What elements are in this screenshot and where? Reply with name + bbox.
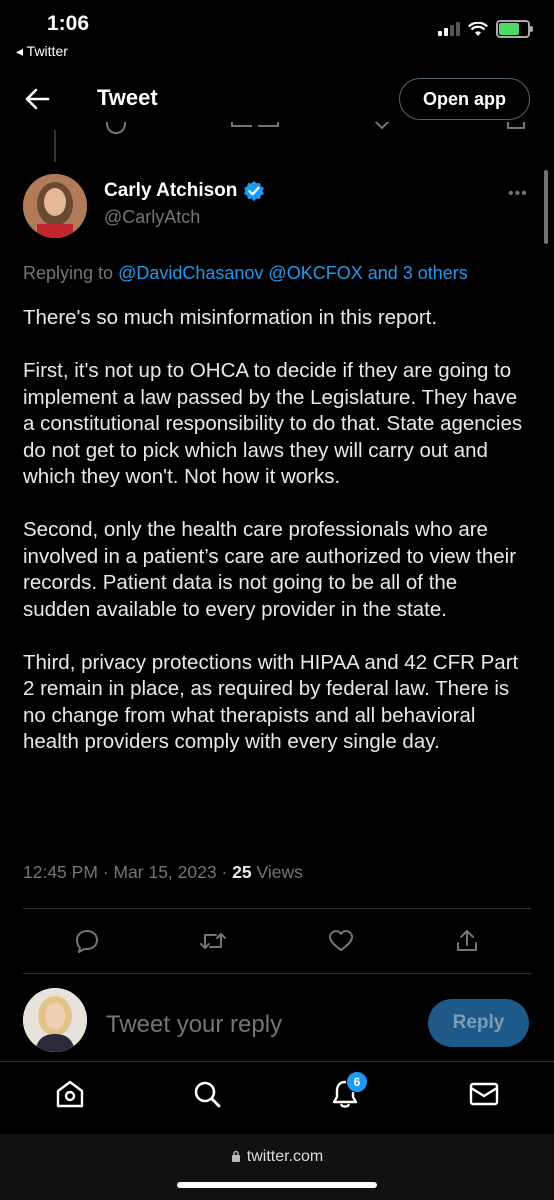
replying-prefix: Replying to — [23, 263, 114, 283]
tab-bar-divider — [0, 1061, 554, 1062]
home-icon — [56, 1080, 84, 1108]
tab-messages[interactable] — [466, 1076, 502, 1112]
share-action[interactable] — [452, 926, 482, 956]
open-app-button[interactable]: Open app — [399, 78, 530, 120]
back-to-app-link[interactable]: ◂ Twitter — [16, 43, 68, 60]
tweet-paragraph: Third, privacy protections with HIPAA an… — [23, 650, 519, 754]
search-icon — [194, 1081, 221, 1108]
scrollbar[interactable] — [544, 170, 548, 244]
tweet-body: There's so much misinformation in this r… — [23, 305, 528, 782]
views-count: 25 — [232, 862, 252, 882]
clock: 1:06 — [47, 12, 90, 35]
divider — [23, 973, 531, 974]
heart-icon — [329, 930, 353, 951]
home-indicator[interactable] — [177, 1182, 377, 1188]
battery-icon — [496, 20, 533, 38]
replying-users-link[interactable]: @DavidChasanov @OKCFOX and 3 others — [118, 263, 468, 283]
url-row[interactable]: twitter.com — [0, 1148, 554, 1166]
tab-search[interactable] — [189, 1076, 225, 1112]
browser-bar: twitter.com — [0, 1134, 554, 1200]
thread-connector-line — [54, 130, 56, 162]
divider — [23, 908, 531, 909]
lock-icon — [231, 1150, 240, 1162]
mail-icon — [469, 1082, 499, 1106]
retweet-action[interactable] — [198, 926, 228, 956]
user-avatar[interactable] — [23, 988, 87, 1052]
reply-icon — [76, 930, 98, 953]
reply-input[interactable]: Tweet your reply — [106, 1011, 282, 1039]
reply-button[interactable]: Reply — [428, 999, 529, 1047]
author-name-row[interactable]: Carly Atchison — [104, 180, 265, 202]
like-action[interactable] — [326, 926, 356, 956]
url-text[interactable]: twitter.com — [247, 1148, 323, 1165]
author-avatar[interactable] — [23, 174, 87, 238]
tweet-paragraph: There's so much misinformation in this r… — [23, 306, 438, 329]
views-label: Views — [256, 862, 303, 882]
retweet-icon — [200, 933, 226, 949]
wifi-icon — [468, 21, 488, 36]
tweet-paragraph: First, it's not up to OHCA to decide if … — [23, 359, 523, 488]
verified-badge-icon — [244, 181, 265, 201]
previous-tweet-actions — [100, 122, 530, 136]
share-icon — [457, 930, 477, 951]
back-arrow-icon[interactable] — [24, 86, 50, 112]
page-title: Tweet — [97, 85, 158, 110]
replying-to: Replying to @DavidChasanov @OKCFOX and 3… — [23, 263, 468, 284]
tab-home[interactable] — [52, 1076, 88, 1112]
more-options-icon[interactable]: ••• — [508, 185, 528, 203]
author-name[interactable]: Carly Atchison — [104, 180, 237, 202]
author-handle[interactable]: @CarlyAtch — [104, 207, 200, 228]
reply-action[interactable] — [72, 926, 102, 956]
tweet-timestamp[interactable]: 12:45 PM · Mar 15, 2023 · — [23, 862, 232, 882]
tweet-paragraph: Second, only the health care professiona… — [23, 518, 517, 621]
cellular-signal-icon — [438, 22, 460, 36]
notification-badge: 6 — [346, 1071, 368, 1093]
status-icons — [438, 20, 533, 38]
status-bar: 1:06 ◂ Twitter — [0, 0, 554, 64]
tweet-metadata: 12:45 PM · Mar 15, 2023 · 25 Views — [23, 862, 303, 883]
